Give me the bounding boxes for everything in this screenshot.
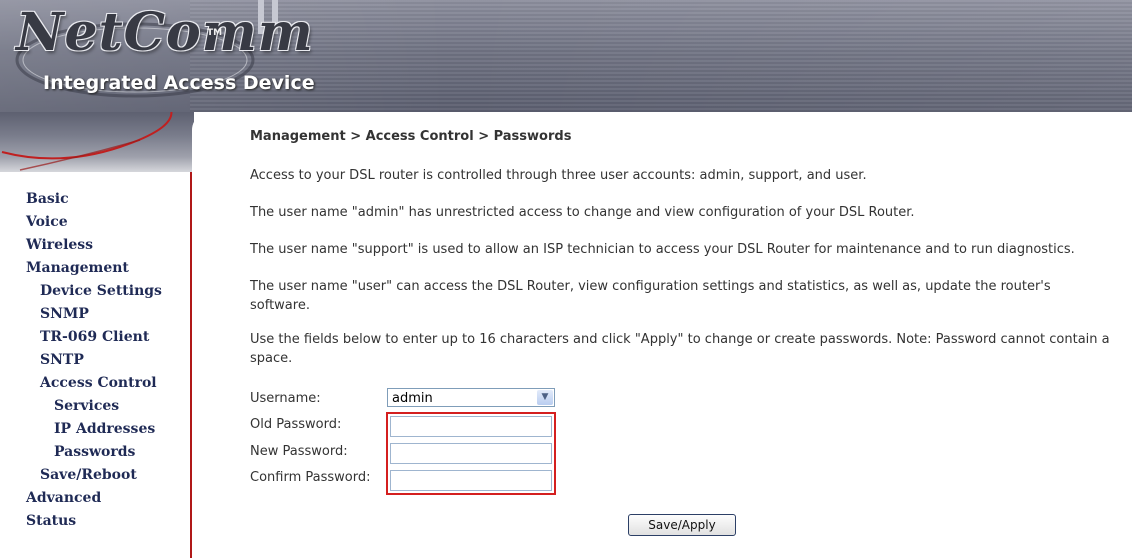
user-description: The user name "user" can access the DSL … bbox=[250, 279, 1051, 313]
nav-item-device-settings[interactable]: Device Settings bbox=[40, 280, 162, 303]
support-description: The user name "support" is used to allow… bbox=[250, 242, 1075, 257]
admin-description: The user name "admin" has unrestricted a… bbox=[250, 205, 915, 220]
sidebar-nav: Basic Voice Wireless Management Device S… bbox=[26, 188, 162, 533]
nav-item-management[interactable]: Management bbox=[26, 257, 162, 280]
intro-paragraph: Access to your DSL router is controlled … bbox=[250, 168, 867, 183]
nav-item-basic[interactable]: Basic bbox=[26, 188, 162, 211]
nav-item-sntp[interactable]: SNTP bbox=[40, 349, 162, 372]
confirm-password-input[interactable] bbox=[390, 470, 552, 491]
nav-item-passwords[interactable]: Passwords bbox=[54, 441, 162, 464]
nav-item-ip-addresses[interactable]: IP Addresses bbox=[54, 418, 162, 441]
new-password-input[interactable] bbox=[390, 443, 552, 464]
confirm-password-label: Confirm Password: bbox=[250, 470, 371, 485]
nav-item-save-reboot[interactable]: Save/Reboot bbox=[40, 464, 162, 487]
save-apply-button[interactable]: Save/Apply bbox=[628, 514, 736, 536]
trademark-mark: TM bbox=[207, 28, 223, 38]
nav-item-services[interactable]: Services bbox=[54, 395, 162, 418]
instructions-paragraph: Use the fields below to enter up to 16 c… bbox=[250, 332, 1110, 366]
sidebar-header-graphic bbox=[0, 106, 194, 172]
nav-item-snmp[interactable]: SNMP bbox=[40, 303, 162, 326]
new-password-label: New Password: bbox=[250, 444, 348, 459]
nav-item-wireless[interactable]: Wireless bbox=[26, 234, 162, 257]
username-select[interactable]: admin ▼ bbox=[387, 388, 555, 407]
header-banner: NetComm TM Integrated Access Device bbox=[0, 0, 1132, 112]
nav-item-status[interactable]: Status bbox=[26, 510, 162, 533]
red-swoosh-icon bbox=[1, 106, 173, 171]
nav-item-access-control[interactable]: Access Control bbox=[40, 372, 162, 395]
nav-item-tr069-client[interactable]: TR-069 Client bbox=[40, 326, 162, 349]
banner-stripes bbox=[190, 0, 1132, 112]
nav-item-advanced[interactable]: Advanced bbox=[26, 487, 162, 510]
password-fields-highlight bbox=[386, 412, 556, 495]
netcomm-logo: NetComm bbox=[16, 2, 314, 63]
username-label: Username: bbox=[250, 391, 321, 406]
nav-item-voice[interactable]: Voice bbox=[26, 211, 162, 234]
username-select-value: admin bbox=[392, 391, 433, 406]
breadcrumb: Management > Access Control > Passwords bbox=[250, 129, 572, 144]
old-password-input[interactable] bbox=[390, 416, 552, 437]
product-title: Integrated Access Device bbox=[43, 72, 315, 94]
main-panel: Management > Access Control > Passwords bbox=[250, 127, 1110, 147]
chevron-down-icon[interactable]: ▼ bbox=[537, 390, 553, 405]
old-password-label: Old Password: bbox=[250, 417, 342, 432]
